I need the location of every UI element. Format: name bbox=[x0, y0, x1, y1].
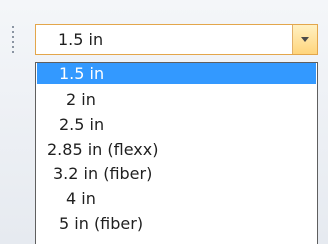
dropdown-option-4-in[interactable]: 4 in bbox=[37, 188, 316, 209]
dropdown-option-2-5-in[interactable]: 2.5 in bbox=[37, 114, 316, 135]
dropdown-option-label: 2 in bbox=[66, 90, 96, 109]
size-combobox[interactable]: 1.5 in bbox=[35, 24, 318, 55]
dropdown-option-5-in-fiber[interactable]: 5 in (fiber) bbox=[37, 213, 316, 234]
size-dropdown-list: 1.5 in 2 in 2.5 in 2.85 in (flexx) 3.2 i… bbox=[35, 62, 318, 244]
dropdown-option-label: 2.5 in bbox=[59, 115, 105, 134]
dropdown-option-label: 5 in (fiber) bbox=[59, 214, 144, 233]
dropdown-arrow-button[interactable] bbox=[292, 25, 317, 54]
combo-selected-value: 1.5 in bbox=[58, 30, 104, 49]
chevron-down-icon bbox=[301, 37, 309, 42]
dropdown-option-label: 3.2 in (fiber) bbox=[53, 164, 153, 183]
toolbar-grip-icon[interactable] bbox=[11, 26, 15, 60]
dropdown-option-1-5-in[interactable]: 1.5 in bbox=[37, 63, 316, 84]
dropdown-option-2-85-in-flexx[interactable]: 2.85 in (flexx) bbox=[37, 139, 316, 160]
dropdown-option-label: 2.85 in (flexx) bbox=[47, 140, 159, 159]
dropdown-option-label: 1.5 in bbox=[59, 64, 105, 83]
dropdown-option-2-in[interactable]: 2 in bbox=[37, 89, 316, 110]
dropdown-option-label: 4 in bbox=[66, 189, 96, 208]
dropdown-option-3-2-in-fiber[interactable]: 3.2 in (fiber) bbox=[37, 163, 316, 184]
